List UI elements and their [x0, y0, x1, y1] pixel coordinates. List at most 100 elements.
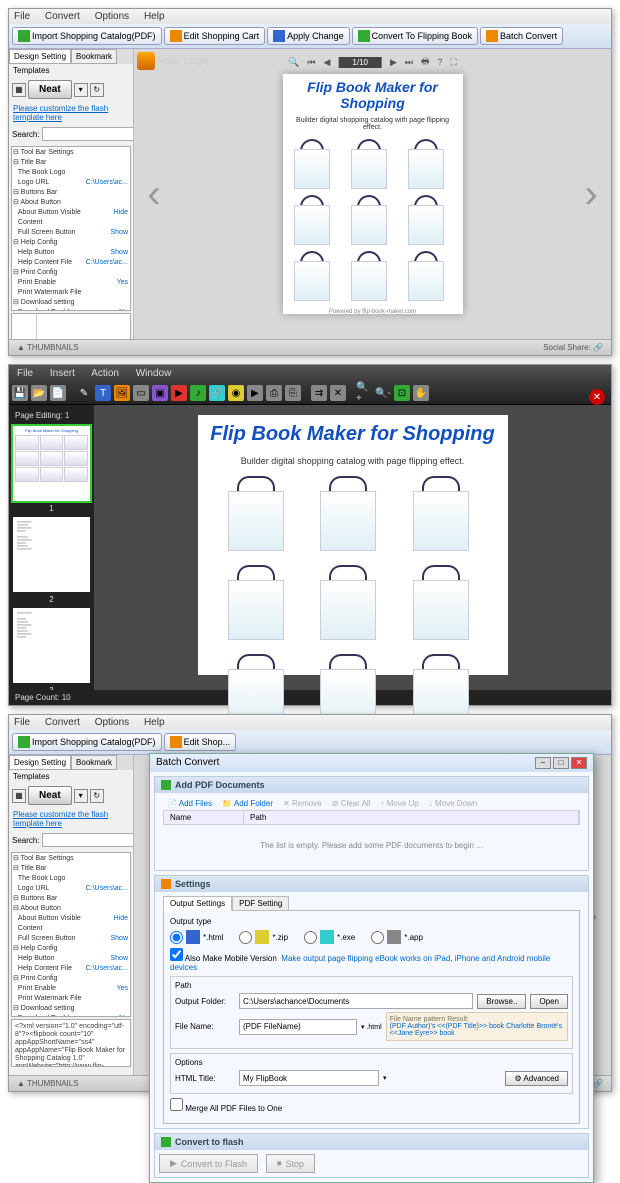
remove-button[interactable]: ✕ Remove [283, 799, 322, 808]
menu3-convert[interactable]: Convert [45, 717, 80, 728]
radio-zip[interactable]: *.zip [239, 930, 288, 944]
share-icon-3[interactable]: 🔗 [593, 1079, 603, 1088]
menu2-window[interactable]: Window [136, 368, 172, 379]
close-editor-icon[interactable]: ✕ [589, 389, 605, 405]
html-title-input[interactable] [239, 1070, 379, 1086]
template-neat-button-3[interactable]: Neat [28, 786, 72, 805]
merge-checkbox[interactable]: Merge All PDF Files to One [170, 1104, 282, 1113]
settings-tree-3[interactable]: ⊟ Tool Bar Settings⊟ Title Bar The Book … [11, 852, 131, 1017]
stop-button[interactable]: ⏹ Stop [266, 1154, 315, 1173]
save-icon[interactable]: 💾 [12, 385, 28, 401]
print-area-icon[interactable]: ⎙ [266, 385, 282, 401]
template-dropdown[interactable]: ▾ [74, 83, 88, 97]
advanced-button[interactable]: ⚙ Advanced [505, 1071, 568, 1086]
copy-icon[interactable]: ⎘ [285, 385, 301, 401]
tab-bookmark[interactable]: Bookmark [71, 49, 117, 64]
menu-file[interactable]: File [14, 11, 30, 22]
dialog-min-icon[interactable]: – [535, 757, 551, 769]
prev-page-icon[interactable]: ◀ [323, 57, 330, 68]
convert-button[interactable]: Convert To Flipping Book [352, 27, 478, 45]
settings-tree[interactable]: ⊟ Tool Bar Settings⊟ Title Bar The Book … [11, 146, 131, 311]
menu3-file[interactable]: File [14, 717, 30, 728]
tab-output-settings[interactable]: Output Settings [163, 896, 232, 911]
dialog-max-icon[interactable]: □ [553, 757, 569, 769]
mobile-checkbox[interactable]: Also Make Mobile Version [170, 954, 277, 963]
zoomout-icon[interactable]: 🔍- [375, 385, 391, 401]
template-picker-icon-3[interactable]: ▦ [12, 789, 26, 803]
import-button-3[interactable]: Import Shopping Catalog(PDF) [12, 733, 162, 751]
menu3-options[interactable]: Options [95, 717, 129, 728]
radio-app[interactable]: *.app [371, 930, 423, 944]
customize-link[interactable]: Please customize the flash template here [9, 102, 133, 124]
hand-icon[interactable]: ✋ [413, 385, 429, 401]
template-picker-icon[interactable]: ▦ [12, 83, 26, 97]
menu2-action[interactable]: Action [91, 368, 119, 379]
clear-all-button[interactable]: ⊘ Clear All [332, 799, 371, 808]
thumb-2[interactable]: ━━━━━━━━━━━━━━━━━━━━━━━━━━━━━━━━━━━━━━━━… [13, 517, 90, 592]
menu-help[interactable]: Help [144, 11, 165, 22]
edit-cart-button[interactable]: Edit Shopping Cart [164, 27, 266, 45]
link-icon[interactable]: 🔗 [209, 385, 225, 401]
page-prev-arrow[interactable]: ‹ [139, 164, 169, 224]
text-icon[interactable]: T [95, 385, 111, 401]
open-icon[interactable]: 📂 [31, 385, 47, 401]
thumbnails-button[interactable]: ▲ THUMBNAILS [17, 343, 79, 352]
tab-design-3[interactable]: Design Setting [9, 755, 71, 770]
thumbnails-button-3[interactable]: ▲ THUMBNAILS [17, 1079, 79, 1088]
add-files-button[interactable]: 📄 Add Files [167, 799, 212, 808]
output-folder-input[interactable] [239, 993, 473, 1009]
thumb-icon[interactable] [12, 314, 37, 339]
thumb-1[interactable]: Flip Book Maker for Shopping 1 [13, 426, 90, 501]
zoom-icon[interactable]: 🔍 [288, 57, 299, 68]
tab-bookmark-3[interactable]: Bookmark [71, 755, 117, 770]
col-path[interactable]: Path [244, 811, 579, 824]
browse-button[interactable]: Browse.. [477, 994, 526, 1009]
import-button[interactable]: Import Shopping Catalog(PDF) [12, 27, 162, 45]
swf-icon[interactable]: ▣ [152, 385, 168, 401]
menu2-insert[interactable]: Insert [50, 368, 75, 379]
radio-html[interactable]: *.html [170, 930, 223, 944]
add-folder-button[interactable]: 📁 Add Folder [222, 799, 273, 808]
open-button[interactable]: Open [530, 994, 568, 1009]
applyall-icon[interactable]: ⇉ [311, 385, 327, 401]
fit-icon[interactable]: ⊡ [394, 385, 410, 401]
dialog-titlebar[interactable]: Batch Convert – □ ✕ [150, 754, 593, 772]
print-icon[interactable]: 🖶 [421, 54, 430, 70]
col-name[interactable]: Name [164, 811, 244, 824]
button-icon[interactable]: ◉ [228, 385, 244, 401]
edit-cart-button-3[interactable]: Edit Shop... [164, 733, 237, 751]
convert-to-flash-button[interactable]: ▶ Convert to Flash [159, 1154, 258, 1173]
sound-icon[interactable]: ♪ [190, 385, 206, 401]
first-page-icon[interactable]: ⏮ [307, 57, 315, 68]
editor-canvas[interactable]: Flip Book Maker for Shopping Builder dig… [94, 405, 611, 690]
menu3-help[interactable]: Help [144, 717, 165, 728]
tab-pdf-setting[interactable]: PDF Setting [232, 896, 289, 911]
last-page-icon[interactable]: ⏭ [405, 57, 413, 68]
template-refresh-icon[interactable]: ↻ [90, 83, 104, 97]
delete-icon[interactable]: ✕ [330, 385, 346, 401]
tab-design[interactable]: Design Setting [9, 49, 71, 64]
menu-convert[interactable]: Convert [45, 11, 80, 22]
template-refresh-3[interactable]: ↻ [90, 789, 104, 803]
next-page-icon[interactable]: ▶ [390, 57, 397, 68]
video-icon[interactable]: ▶ [171, 385, 187, 401]
template-neat-button[interactable]: Neat [28, 80, 72, 99]
template-dropdown-3[interactable]: ▾ [74, 789, 88, 803]
social-share[interactable]: Social Share: 🔗 [543, 343, 603, 352]
fullscreen-icon[interactable]: ⛶ [451, 57, 457, 68]
page-icon[interactable]: 📄 [50, 385, 66, 401]
image-icon[interactable]: 🖼 [114, 385, 130, 401]
search-input[interactable] [42, 127, 134, 141]
move-up-button[interactable]: ↑ Move Up [380, 799, 418, 808]
batch-button[interactable]: Batch Convert [480, 27, 563, 45]
pencil-icon[interactable]: ✎ [76, 385, 92, 401]
share-icon[interactable]: 🔗 [593, 343, 603, 352]
thumb-3[interactable]: ━━━━━━━━━━━━━━━━━━━━━━━━━━━━━━━━━━━━━━━━… [13, 608, 90, 683]
help-icon[interactable]: ? [438, 57, 443, 67]
customize-link-3[interactable]: Please customize the flash template here [9, 808, 133, 830]
menu2-file[interactable]: File [17, 368, 33, 379]
radio-exe[interactable]: *.exe [304, 930, 355, 944]
apply-button[interactable]: Apply Change [267, 27, 350, 45]
move-down-button[interactable]: ↓ Move Down [429, 799, 477, 808]
menu-options[interactable]: Options [95, 11, 129, 22]
